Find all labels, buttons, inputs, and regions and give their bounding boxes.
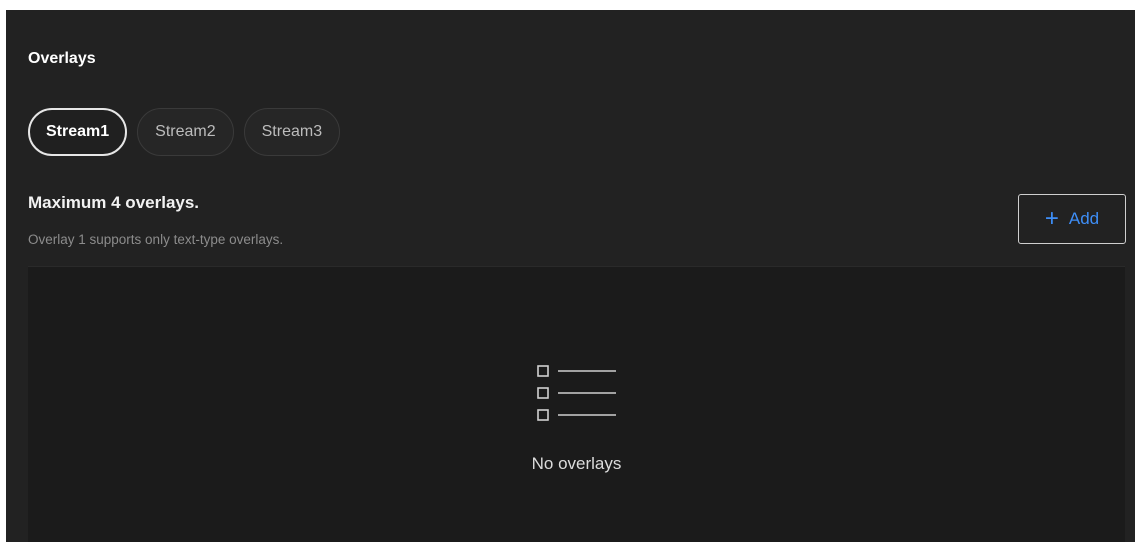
add-button[interactable]: + Add — [1018, 194, 1126, 244]
overlay-note: Overlay 1 supports only text-type overla… — [28, 232, 284, 247]
tab-stream3[interactable]: Stream3 — [243, 108, 341, 156]
list-icon — [537, 365, 616, 421]
overlays-panel: Overlays Stream1 Stream2 Stream3 Maximum… — [6, 10, 1135, 542]
plus-icon: + — [1044, 205, 1059, 232]
panel-title: Overlays — [28, 50, 96, 67]
overlay-list-empty: No overlays — [28, 266, 1125, 542]
add-button-label: Add — [1068, 209, 1100, 228]
stream-tabs: Stream1 Stream2 Stream3 — [28, 108, 341, 156]
tab-stream1[interactable]: Stream1 — [28, 108, 128, 156]
max-overlays-heading: Maximum 4 overlays. — [28, 193, 200, 212]
tab-stream2[interactable]: Stream2 — [137, 108, 234, 156]
empty-state-text: No overlays — [531, 454, 622, 473]
